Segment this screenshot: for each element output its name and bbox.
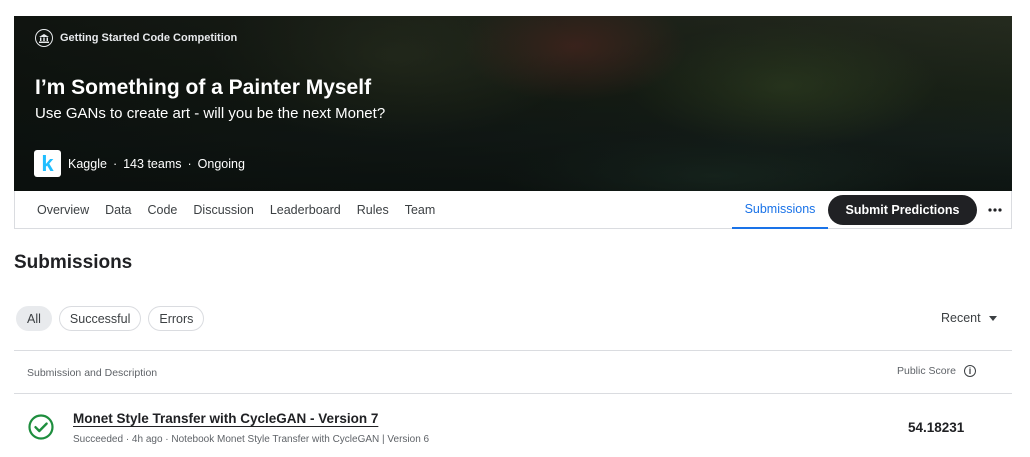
team-count: 143 teams	[123, 156, 182, 171]
column-header-score: Public Score i	[897, 365, 976, 377]
tab-discussion[interactable]: Discussion	[193, 203, 253, 217]
submissions-table-header: Submission and Description Public Score …	[14, 350, 1012, 394]
tab-rules[interactable]: Rules	[357, 203, 389, 217]
institution-icon	[35, 29, 53, 47]
sort-dropdown[interactable]: Recent	[941, 311, 997, 325]
table-row: Monet Style Transfer with CycleGAN - Ver…	[14, 395, 1012, 457]
tab-code[interactable]: Code	[148, 203, 178, 217]
filter-errors[interactable]: Errors	[148, 306, 205, 331]
tab-team[interactable]: Team	[405, 203, 436, 217]
tab-overview[interactable]: Overview	[37, 203, 89, 217]
check-circle-icon	[28, 414, 54, 445]
public-score: 54.18231	[908, 420, 965, 435]
submission-title-link[interactable]: Monet Style Transfer with CycleGAN - Ver…	[73, 411, 378, 426]
sort-label: Recent	[941, 311, 981, 325]
page-title: Submissions	[14, 252, 133, 273]
competition-type-label: Getting Started Code Competition	[60, 32, 238, 44]
host-name[interactable]: Kaggle	[68, 157, 107, 171]
more-options-icon[interactable]	[985, 191, 1005, 229]
kaggle-logo[interactable]: k	[34, 150, 61, 177]
column-header-submission: Submission and Description	[27, 367, 158, 379]
competition-title: I’m Something of a Painter Myself	[35, 76, 372, 99]
caret-down-icon	[988, 315, 997, 321]
competition-meta: k Kaggle · 143 teams · Ongoing	[34, 150, 245, 177]
competition-nav: Overview Data Code Discussion Leaderboar…	[14, 191, 1012, 229]
column-header-score-label: Public Score	[897, 365, 956, 377]
competition-subtitle: Use GANs to create art - will you be the…	[35, 105, 386, 122]
submission-filters: All Successful Errors	[16, 306, 211, 331]
filter-successful[interactable]: Successful	[58, 306, 142, 331]
competition-status: Ongoing	[197, 156, 245, 171]
submission-description: Succeeded · 4h ago · Notebook Monet Styl…	[73, 434, 430, 445]
tab-leaderboard[interactable]: Leaderboard	[270, 203, 341, 217]
tab-data[interactable]: Data	[105, 203, 131, 217]
info-icon[interactable]: i	[963, 365, 976, 377]
tab-submissions[interactable]: Submissions	[732, 191, 828, 229]
nav-tabs: Overview Data Code Discussion Leaderboar…	[37, 191, 451, 229]
meta-separator: ·	[187, 156, 192, 171]
filter-all[interactable]: All	[16, 306, 52, 331]
competition-type: Getting Started Code Competition	[35, 29, 237, 47]
submit-predictions-button[interactable]: Submit Predictions	[828, 195, 977, 225]
competition-banner: Getting Started Code Competition I’m Som…	[14, 16, 1012, 191]
meta-separator: ·	[112, 156, 118, 171]
